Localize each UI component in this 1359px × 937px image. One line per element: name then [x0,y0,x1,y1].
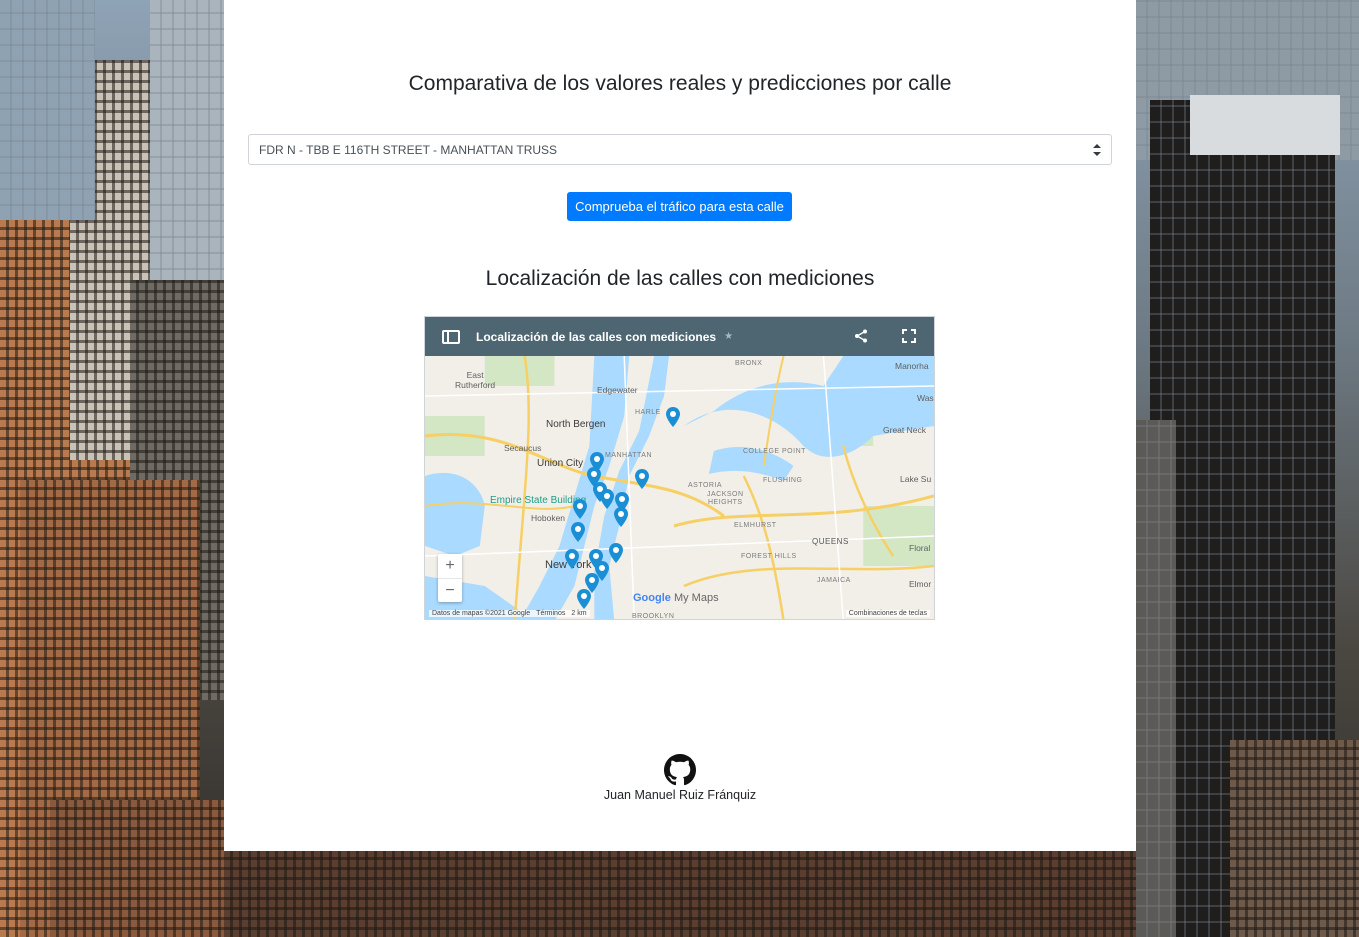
map-label-east-rutherford: East Rutherford [455,370,496,390]
map-shortcuts-link[interactable]: Combinaciones de teclas [845,609,930,617]
map-pin-icon[interactable] [600,489,614,509]
select-caret-icon [1093,143,1101,156]
map-label-was: Was [917,393,934,403]
map-label-empire-state: Empire State Building [490,495,587,506]
map-canvas[interactable] [425,356,934,620]
map-label-great-neck: Great Neck [883,425,926,435]
zoom-out-button[interactable]: − [438,578,462,602]
star-icon[interactable]: ★ [724,331,733,342]
map-pin-icon[interactable] [666,407,680,427]
map-pin-icon[interactable] [577,589,591,609]
page-title: Comparativa de los valores reales y pred… [408,72,952,95]
map-label-astoria: ASTORIA [688,482,723,489]
map-label-jackson-heights: JACKSON HEIGHTS [707,491,744,506]
map-label-lake-success: Lake Su [900,474,932,484]
street-select[interactable]: FDR N - TBB E 116TH STREET - MANHATTAN T… [248,134,1112,165]
main-card: Comparativa de los valores reales y pred… [224,0,1136,851]
zoom-in-button[interactable]: + [438,554,462,578]
map-title: Localización de las calles con medicione… [476,329,717,344]
map-label-manorhaven: Manorha [895,361,929,371]
check-traffic-button[interactable]: Comprueba el tráfico para esta calle [567,192,792,221]
map-header: Localización de las calles con medicione… [425,317,934,356]
map-label-union-city: Union City [537,458,584,469]
embedded-map[interactable]: Localización de las calles con medicione… [424,316,935,620]
map-label-queens: QUEENS [812,537,849,546]
map-label-hoboken: Hoboken [531,513,566,523]
map-pin-icon[interactable] [635,469,649,489]
map-label-north-bergen: North Bergen [546,419,606,430]
map-label-jamaica: JAMAICA [817,577,851,584]
map-label-forest-hills: FOREST HILLS [741,553,797,560]
author-name: Juan Manuel Ruiz Fránquiz [603,788,757,802]
map-terms-link[interactable]: Términos [533,609,569,617]
sidebar-toggle-icon[interactable] [442,329,460,344]
google-logo-text: Google [633,592,671,604]
map-pin-icon[interactable] [573,499,587,519]
map-label-manhattan: MANHATTAN [605,452,653,459]
map-pin-icon[interactable] [565,549,579,569]
share-icon[interactable] [854,329,868,346]
fullscreen-icon[interactable] [902,329,916,343]
zoom-control: + − [438,554,462,602]
map-footer: Datos de mapas ©2021 Google Términos 2 k… [425,607,934,619]
street-select-value: FDR N - TBB E 116TH STREET - MANHATTAN T… [259,142,558,157]
map-pin-icon[interactable] [571,522,585,542]
map-label-floral: Floral [909,543,931,553]
google-mymaps-logo: Google My Maps [633,592,719,604]
map-pin-icon[interactable] [614,507,628,527]
map-label-edgewater: Edgewater [597,385,638,395]
map-section-title: Localización de las calles con medicione… [485,267,875,290]
map-scale: 2 km [568,609,590,617]
map-pin-icon[interactable] [609,543,623,563]
map-label-bronx: BRONX [735,360,763,367]
github-icon[interactable] [664,754,696,786]
map-attribution: Datos de mapas ©2021 Google [429,609,534,617]
mymaps-logo-text: My Maps [673,592,719,604]
map-label-elmont: Elmor [909,579,932,589]
map-label-elmhurst: ELMHURST [734,522,777,529]
map-label-flushing: FLUSHING [763,477,803,484]
map-label-harlem: HARLE [635,409,661,416]
map-label-secaucus: Secaucus [504,443,542,453]
map-label-college-point: COLLEGE POINT [743,448,806,455]
